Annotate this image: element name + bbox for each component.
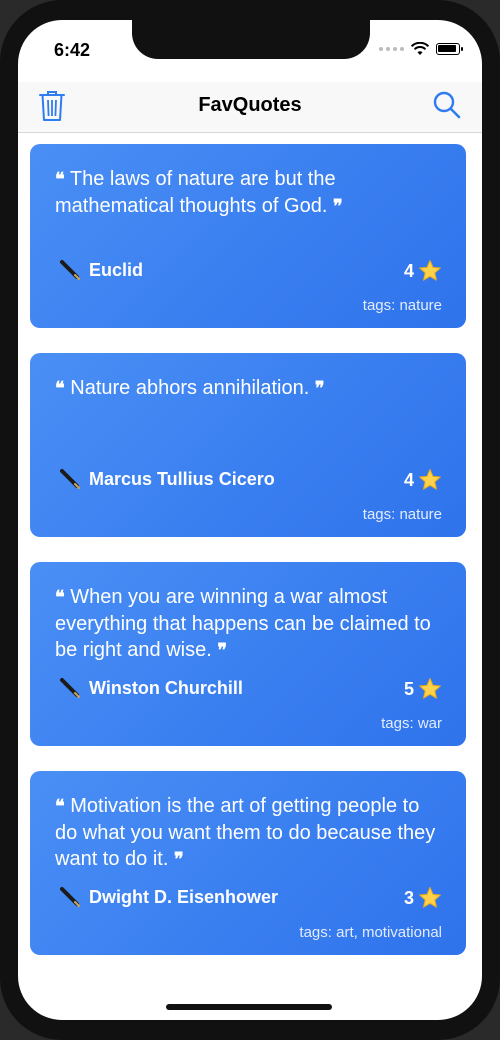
star-icon	[419, 260, 441, 281]
author-row: Winston Churchill	[59, 677, 243, 699]
app-screen: 6:42 FavQuotes ❝ The laws of nature are …	[18, 20, 482, 1020]
quote-text: Nature abhors annihilation.	[70, 377, 310, 399]
rating-value: 4	[403, 260, 414, 281]
open-quote-icon: ❝	[55, 169, 65, 190]
open-quote-icon: ❝	[55, 796, 65, 817]
search-button[interactable]	[432, 90, 462, 120]
author-row: Euclid	[59, 259, 143, 281]
star-icon	[419, 678, 441, 699]
close-quote-icon: ❞	[173, 849, 184, 870]
star-icon	[419, 469, 441, 490]
battery-icon	[436, 43, 463, 55]
cellular-signal-icon	[379, 47, 404, 51]
quote-card[interactable]: ❝ The laws of nature are but the mathema…	[30, 144, 466, 328]
quote-text-block: ❝ Nature abhors annihilation. ❞	[55, 375, 441, 402]
quote-card[interactable]: ❝ Nature abhors annihilation. ❞ Marcus T…	[30, 353, 466, 537]
tags-label: tags: war	[381, 715, 442, 732]
quote-text-block: ❝ Motivation is the art of getting peopl…	[55, 793, 441, 873]
page-title: FavQuotes	[198, 94, 302, 116]
quote-text: Motivation is the art of getting people …	[55, 795, 436, 870]
quote-text: The laws of nature are but the mathemati…	[55, 168, 336, 217]
card-footer: Dwight D. Eisenhower 3	[55, 886, 442, 912]
fountain-pen-icon	[60, 469, 81, 490]
star-icon	[419, 887, 441, 908]
rating-value: 4	[403, 469, 414, 490]
status-icons	[379, 42, 463, 56]
rating: 4	[404, 259, 442, 283]
author-name: Dwight D. Eisenhower	[89, 886, 279, 907]
author-name: Winston Churchill	[89, 677, 243, 698]
quote-card[interactable]: ❝ When you are winning a war almost ever…	[30, 562, 466, 746]
search-icon	[433, 91, 461, 119]
home-indicator[interactable]	[166, 1004, 332, 1010]
quote-text-block: ❝ The laws of nature are but the mathema…	[55, 166, 441, 220]
fountain-pen-icon	[60, 887, 81, 908]
navigation-bar: FavQuotes	[18, 82, 482, 133]
close-quote-icon: ❞	[332, 196, 343, 217]
author-name: Euclid	[89, 259, 144, 280]
quote-text-block: ❝ When you are winning a war almost ever…	[55, 584, 441, 664]
rating-value: 3	[403, 887, 414, 908]
quote-list: ❝ The laws of nature are but the mathema…	[30, 144, 466, 980]
rating: 4	[404, 468, 442, 492]
rating: 3	[404, 886, 442, 910]
author-row: Dwight D. Eisenhower	[59, 886, 278, 908]
quote-text: When you are winning a war almost everyt…	[55, 586, 431, 661]
close-quote-icon: ❞	[217, 640, 228, 661]
card-footer: Euclid 4	[55, 259, 442, 285]
card-footer: Marcus Tullius Cicero 4	[55, 468, 442, 494]
fountain-pen-icon	[60, 678, 81, 699]
card-footer: Winston Churchill 5	[55, 677, 442, 703]
author-name: Marcus Tullius Cicero	[89, 468, 275, 489]
rating-value: 5	[403, 678, 414, 699]
tags-label: tags: art, motivational	[299, 924, 442, 941]
open-quote-icon: ❝	[55, 378, 65, 399]
open-quote-icon: ❝	[55, 587, 65, 608]
tags-label: tags: nature	[362, 506, 442, 523]
tags-label: tags: nature	[362, 297, 442, 314]
wifi-icon	[410, 42, 430, 55]
close-quote-icon: ❞	[314, 378, 325, 399]
author-row: Marcus Tullius Cicero	[59, 468, 275, 490]
phone-frame: 6:42 FavQuotes ❝ The laws of nature are …	[0, 0, 500, 1040]
device-notch	[132, 20, 370, 59]
rating: 5	[404, 677, 442, 701]
fountain-pen-icon	[60, 260, 81, 281]
status-time: 6:42	[54, 40, 91, 60]
quote-card[interactable]: ❝ Motivation is the art of getting peopl…	[30, 771, 466, 955]
